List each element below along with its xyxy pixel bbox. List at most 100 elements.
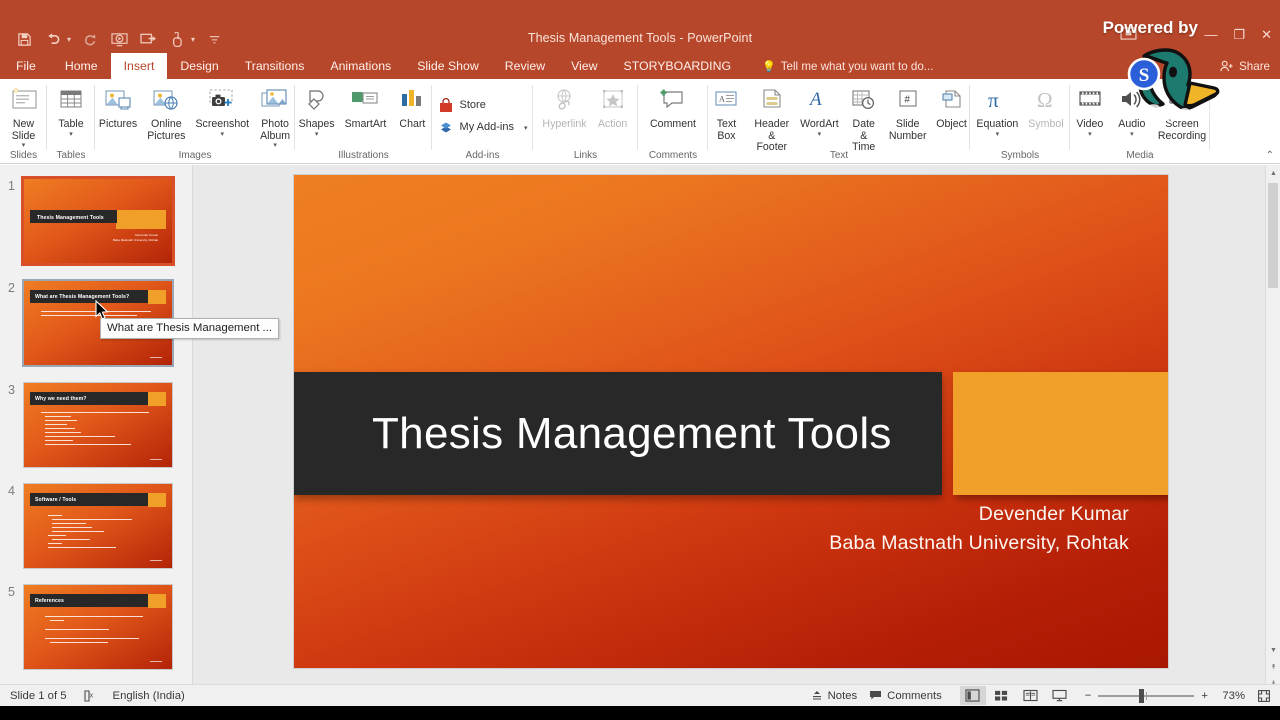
smartart-icon (350, 85, 380, 117)
zoom-slider[interactable] (1098, 688, 1195, 703)
slide-show-button[interactable] (1047, 686, 1073, 705)
thumb-bullet-line (52, 523, 86, 525)
screen-recording-button[interactable]: Screen Recording (1153, 83, 1211, 144)
notes-button[interactable]: Notes (811, 690, 857, 702)
new-slide-button[interactable]: New Slide ▾ (3, 83, 45, 151)
tab-transitions[interactable]: Transitions (232, 53, 318, 79)
close-button[interactable]: ✕ (1261, 28, 1272, 41)
audio-button[interactable]: Audio ▾ (1111, 83, 1153, 140)
scroll-up-arrow[interactable]: ▲ (1266, 166, 1280, 181)
new-slide-dropdown-caret[interactable]: ▾ (22, 142, 26, 149)
ribbon-group-label-text: Text (829, 150, 849, 161)
scroll-down-arrow[interactable]: ▼ (1266, 643, 1280, 658)
slide-sorter-view-button[interactable] (989, 686, 1015, 705)
action-label: Action (597, 118, 628, 130)
equation-button[interactable]: π Equation ▾ (971, 83, 1023, 140)
wordart-button[interactable]: A WordArt ▾ (796, 83, 843, 140)
svg-text:π: π (988, 88, 999, 112)
wordart-dropdown-caret[interactable]: ▾ (818, 131, 822, 138)
equation-dropdown-caret[interactable]: ▾ (996, 131, 1000, 138)
tab-animations[interactable]: Animations (317, 53, 404, 79)
tab-slide-show[interactable]: Slide Show (404, 53, 492, 79)
smartart-button[interactable]: SmartArt (340, 83, 392, 133)
slide-thumbnail-1[interactable]: 1 Thesis Management Tools Devender Kumar… (0, 173, 192, 273)
comments-button[interactable]: Comments (869, 690, 942, 702)
pictures-icon (103, 85, 133, 117)
pictures-button[interactable]: Pictures (94, 83, 142, 133)
tab-file[interactable]: File (0, 53, 52, 79)
photo-album-dropdown-caret[interactable]: ▾ (273, 142, 277, 149)
tab-view[interactable]: View (558, 53, 610, 79)
ribbon-group-illustrations: Shapes ▾ SmartArt Chart Illustrations (295, 79, 432, 164)
language-indicator[interactable]: English (India) (113, 690, 185, 702)
fit-slide-to-window-icon[interactable] (1257, 689, 1271, 703)
date-time-label: Date & Time (852, 118, 876, 153)
thumb-footer-rule (150, 458, 162, 460)
spell-check-icon[interactable]: x (83, 689, 97, 703)
photo-album-button[interactable]: Photo Album ▾ (254, 83, 296, 151)
comment-button[interactable]: Comment (645, 83, 701, 133)
screenshot-button[interactable]: Screenshot ▾ (190, 83, 254, 140)
zoom-out-button[interactable]: − (1085, 690, 1092, 702)
store-button[interactable]: Store (434, 95, 532, 117)
tab-insert[interactable]: Insert (110, 53, 168, 79)
header-footer-button[interactable]: Header & Footer (747, 83, 796, 156)
share-person-icon (1220, 60, 1234, 72)
scrollbar-thumb[interactable] (1268, 183, 1278, 288)
thumb-bullet-line (48, 535, 66, 537)
notes-icon (811, 690, 823, 702)
mouse-cursor (95, 300, 109, 321)
online-pictures-button[interactable]: Online Pictures (142, 83, 190, 144)
thumb-bullet-line (45, 420, 77, 422)
slide-edit-area[interactable]: Thesis Management Tools Devender Kumar B… (193, 165, 1280, 691)
audio-dropdown-caret[interactable]: ▾ (1130, 131, 1134, 138)
tab-storyboarding[interactable]: STORYBOARDING (611, 53, 745, 79)
audio-icon (1118, 85, 1146, 117)
zoom-slider-handle[interactable] (1139, 688, 1145, 703)
tab-design[interactable]: Design (167, 53, 231, 79)
shapes-dropdown-caret[interactable]: ▾ (315, 131, 319, 138)
slide-counter[interactable]: Slide 1 of 5 (10, 690, 67, 702)
collapse-ribbon-button[interactable]: ⌃ (1266, 150, 1274, 161)
normal-view-button[interactable] (959, 686, 986, 705)
reading-view-button[interactable] (1018, 686, 1044, 705)
table-dropdown-caret[interactable]: ▾ (69, 131, 73, 138)
slide-thumbnail-3[interactable]: 3 Why we need them? (0, 377, 192, 477)
video-label: Video (1076, 118, 1104, 130)
audio-label: Audio (1118, 118, 1146, 130)
previous-slide-button[interactable]: ↟ (1266, 659, 1280, 674)
minimize-button[interactable]: — (1204, 28, 1217, 41)
action-button[interactable]: Action (592, 83, 634, 133)
zoom-in-button[interactable]: + (1201, 690, 1208, 702)
slide-thumbnail-4[interactable]: 4 Software / Tools (0, 478, 192, 578)
vertical-scrollbar[interactable]: ▲ ▼ ↟ ↡ (1265, 165, 1280, 691)
video-dropdown-caret[interactable]: ▾ (1088, 131, 1092, 138)
hyperlink-button[interactable]: Hyperlink (537, 83, 591, 133)
zoom-percentage[interactable]: 73% (1215, 690, 1245, 702)
slide-subtitle-placeholder[interactable]: Devender Kumar Baba Mastnath University,… (294, 500, 1129, 558)
chart-button[interactable]: Chart (391, 83, 433, 133)
slide-thumbnail-5[interactable]: 5 References (0, 579, 192, 679)
date-time-button[interactable]: Date & Time (843, 83, 885, 156)
object-button[interactable]: Object (931, 83, 973, 133)
symbol-button[interactable]: Ω Symbol (1023, 83, 1068, 133)
my-addins-button[interactable]: My Add-ins ▾ (434, 117, 532, 139)
slide-thumbnail-panel[interactable]: 1 Thesis Management Tools Devender Kumar… (0, 165, 193, 691)
tell-me-search[interactable]: 💡 Tell me what you want to do... (744, 53, 933, 79)
tab-home[interactable]: Home (52, 53, 111, 79)
screenshot-dropdown-caret[interactable]: ▾ (221, 131, 225, 138)
table-button[interactable]: Table ▾ (50, 83, 92, 140)
object-label: Object (936, 118, 967, 130)
video-button[interactable]: Video ▾ (1069, 83, 1111, 140)
my-addins-dropdown-caret[interactable]: ▾ (524, 125, 528, 132)
tab-review[interactable]: Review (492, 53, 558, 79)
shapes-button[interactable]: Shapes ▾ (294, 83, 340, 140)
slide-number-button[interactable]: # Slide Number (885, 83, 931, 144)
share-button[interactable]: Share (1220, 53, 1280, 79)
restore-button[interactable]: ❐ (1233, 28, 1245, 41)
text-box-button[interactable]: A Text Box (705, 83, 747, 144)
ribbon-group-label-comments: Comments (648, 150, 698, 161)
ribbon-display-options-button[interactable] (1120, 27, 1137, 40)
slide-title-placeholder[interactable]: Thesis Management Tools (294, 372, 942, 495)
current-slide[interactable]: Thesis Management Tools Devender Kumar B… (294, 175, 1168, 668)
